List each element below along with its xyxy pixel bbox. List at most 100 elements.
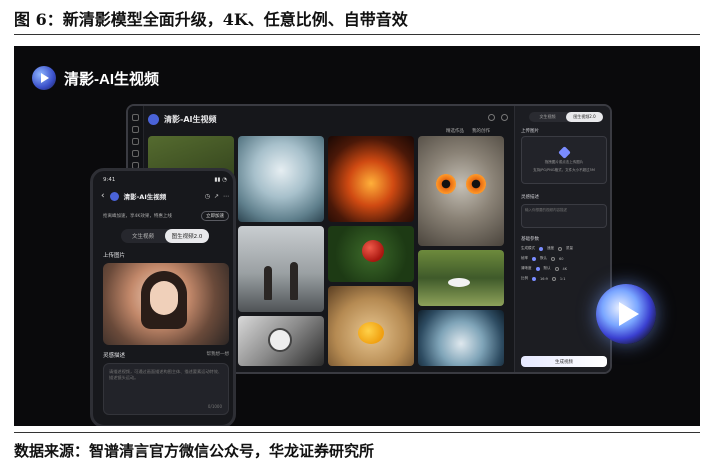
mobile-action-icons: ◷ ↗ ⋯ xyxy=(205,193,229,200)
brand-name: 清影-AI生视频 xyxy=(64,70,159,88)
uploaded-image[interactable] xyxy=(103,263,229,345)
radio-button[interactable] xyxy=(532,256,536,261)
generation-panel: 文生视频 图生视频2.0 上传图片 拖拽图片或点击上传图片 支持JPG/PNG格… xyxy=(514,106,610,372)
person-right xyxy=(290,262,298,300)
option-choice: 4K xyxy=(562,266,568,271)
option-row: 生成模式 速度 质量 xyxy=(521,246,607,251)
mode-switch: 文生视频 图生视频2.0 xyxy=(529,112,603,122)
bottom-rule xyxy=(14,432,700,433)
generate-button[interactable]: 生成视频 xyxy=(521,356,607,367)
person-left xyxy=(264,266,272,300)
gallery-thumb-couple[interactable] xyxy=(238,226,324,312)
option-row: 帧率 默认 60 xyxy=(521,256,607,261)
product-showcase: 清影-AI生视频 清影-AI生视频 精选作品 我的创作 文生视频 图生视频2.0… xyxy=(14,46,700,426)
play-logo-icon xyxy=(32,66,56,90)
create-icon[interactable] xyxy=(132,138,139,145)
tab-text-to-video[interactable]: 文生视频 xyxy=(121,229,165,243)
tab-mine[interactable]: 我的创作 xyxy=(472,128,490,134)
gallery-thumb-clock[interactable] xyxy=(238,316,324,366)
apple-shape xyxy=(362,240,384,262)
mobile-nav-bar: ‹ 清影-AI生视频 ◷ ↗ ⋯ xyxy=(101,191,229,201)
portrait-face xyxy=(150,281,178,315)
yolk-shape xyxy=(358,322,384,344)
option-name: 清晰度 xyxy=(521,266,532,270)
promo-banner: 抢离峰加速，享4K效果，特惠上线 立即加速 xyxy=(103,211,229,221)
avatar[interactable] xyxy=(501,114,508,121)
gallery-thumb-earth[interactable] xyxy=(418,310,504,366)
upload-icon xyxy=(557,145,571,159)
radio-button[interactable] xyxy=(539,246,543,251)
radio-button[interactable] xyxy=(554,266,559,271)
promo-text: 抢离峰加速，享4K效果，特惠上线 xyxy=(103,214,172,219)
upload-dropzone[interactable]: 拖拽图片或点击上传图片 支持JPG/PNG格式，文件大小不超过5M xyxy=(521,136,607,184)
option-choice: 质量 xyxy=(566,246,573,250)
desktop-top-icons xyxy=(488,114,508,121)
status-indicators: ▮▮ ◔ xyxy=(214,177,227,183)
assets-icon[interactable] xyxy=(132,150,139,157)
option-choice: 16:9 xyxy=(540,276,548,281)
radio-button[interactable] xyxy=(551,256,555,261)
gallery-thumb-egg[interactable] xyxy=(328,286,414,366)
mobile-prompt-header: 灵感描述 帮我想一想 xyxy=(103,351,229,359)
gallery-thumb-swan[interactable] xyxy=(418,250,504,306)
app-logo-icon xyxy=(148,114,159,125)
option-name: 帧率 xyxy=(521,256,528,260)
upload-sub: 支持JPG/PNG格式，文件大小不超过5M xyxy=(533,167,595,172)
desktop-header: 清影-AI生视频 xyxy=(148,114,217,125)
upload-hint: 拖拽图片或点击上传图片 xyxy=(544,159,584,164)
tab-text-to-video[interactable]: 文生视频 xyxy=(529,112,566,122)
mobile-upload-label: 上传图片 xyxy=(103,253,126,259)
gallery-thumb-apple[interactable] xyxy=(328,226,414,282)
gallery-thumb-fire[interactable] xyxy=(328,136,414,222)
upload-label: 上传图片 xyxy=(521,129,539,134)
inspire-button[interactable]: 帮我想一想 xyxy=(207,351,230,359)
tab-image-to-video[interactable]: 图生视频2.0 xyxy=(566,112,603,122)
owl-eye-right xyxy=(466,174,486,194)
prompt-input[interactable]: 输入你想要的视频内容描述 xyxy=(521,204,607,228)
app-logo-icon xyxy=(109,191,119,201)
history-icon[interactable]: ◷ xyxy=(205,193,210,200)
brand-header: 清影-AI生视频 xyxy=(32,66,159,90)
mobile-app-mockup: 9:41 ▮▮ ◔ ‹ 清影-AI生视频 ◷ ↗ ⋯ 抢离峰加速，享4K效果，特… xyxy=(90,168,236,426)
radio-button[interactable] xyxy=(535,266,540,271)
mobile-prompt-input[interactable]: 请描述视频，可通过画面描述构图主体、描述要素运动特效、描述镜头运动。 0/100… xyxy=(103,363,229,415)
share-icon[interactable]: ↗ xyxy=(214,193,219,200)
prompt-placeholder: 请描述视频，可通过画面描述构图主体、描述要素运动特效、描述镜头运动。 xyxy=(109,369,223,381)
gallery-tabs: 精选作品 我的创作 xyxy=(446,128,490,134)
status-time: 9:41 xyxy=(103,177,116,183)
accelerate-button[interactable]: 立即加速 xyxy=(201,211,229,221)
char-counter: 0/1000 xyxy=(207,404,222,409)
owl-eye-left xyxy=(436,174,456,194)
radio-button[interactable] xyxy=(551,276,556,281)
explore-icon[interactable] xyxy=(132,126,139,133)
mobile-prompt-label: 灵感描述 xyxy=(103,353,126,359)
option-choice: 60 xyxy=(559,256,564,261)
params-label: 基础参数 xyxy=(521,237,539,242)
gallery-thumb-frost[interactable] xyxy=(238,136,324,222)
prompt-label: 灵感描述 xyxy=(521,195,539,200)
glowing-play-logo-icon xyxy=(596,284,656,344)
option-choice: 默认 xyxy=(540,256,547,260)
desktop-title: 清影-AI生视频 xyxy=(164,115,217,124)
radio-button[interactable] xyxy=(558,246,562,251)
tab-featured[interactable]: 精选作品 xyxy=(446,128,464,134)
figure-source: 数据来源：智谱清言官方微信公众号，华龙证券研究所 xyxy=(14,442,375,460)
top-rule xyxy=(14,34,700,35)
back-arrow-icon[interactable]: ‹ xyxy=(101,191,105,201)
option-choice: 速度 xyxy=(547,246,554,250)
home-icon[interactable] xyxy=(132,114,139,121)
status-bar: 9:41 ▮▮ ◔ xyxy=(103,177,227,183)
gallery-thumb-owl[interactable] xyxy=(418,136,504,246)
option-choice: 1:1 xyxy=(559,276,566,281)
share-icon[interactable] xyxy=(488,114,495,121)
more-icon[interactable]: ⋯ xyxy=(223,193,229,200)
figure-title: 图 6：新清影模型全面升级，4K、任意比例、自带音效 xyxy=(14,10,408,29)
mobile-title: 清影-AI生视频 xyxy=(123,193,167,201)
clock-shape xyxy=(268,328,292,352)
option-row: 清晰度 默认 4K xyxy=(521,266,607,271)
swan-shape xyxy=(448,278,470,287)
tab-image-to-video[interactable]: 图生视频2.0 xyxy=(165,229,209,243)
option-row: 比例 16:9 1:1 xyxy=(521,276,607,281)
radio-button[interactable] xyxy=(532,276,536,281)
mobile-mode-switch: 文生视频 图生视频2.0 xyxy=(121,229,209,243)
